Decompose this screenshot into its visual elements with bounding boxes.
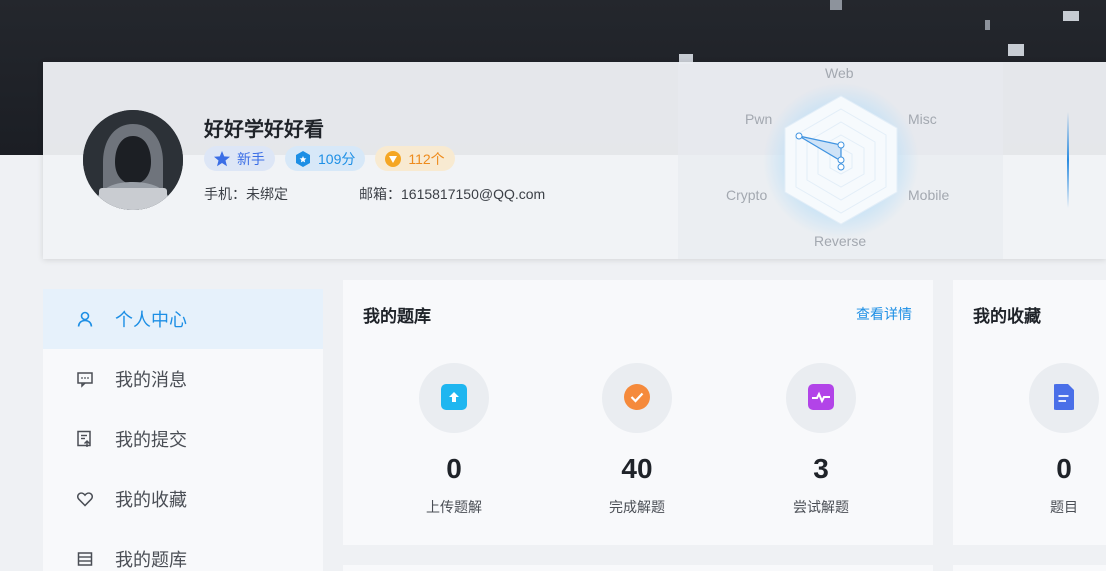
- stat-icon-circle: [419, 363, 489, 433]
- radar-chart: [763, 83, 919, 239]
- radar-label-web: Web: [825, 65, 854, 81]
- rank-label: 新手: [237, 150, 265, 167]
- message-icon: [77, 372, 93, 388]
- my-library-card: 我的题库 查看详情 0 上传题解 40 完成解题 3 尝试解题: [343, 280, 933, 545]
- avatar[interactable]: [83, 110, 183, 210]
- next-card-edge: [343, 565, 933, 571]
- sidebar: 个人中心 我的消息 我的提交 我的收藏 我的题库: [43, 289, 323, 571]
- score-badge: 109分: [285, 146, 366, 171]
- sidebar-item-label: 我的消息: [115, 370, 187, 390]
- stat-uploaded-solutions[interactable]: 0 上传题解: [394, 363, 514, 517]
- divider-line: [1067, 112, 1069, 208]
- user-icon: [77, 311, 93, 327]
- stat-icon-circle: [1029, 363, 1099, 433]
- username: 好好学好好看: [204, 119, 324, 141]
- star-icon: [214, 150, 230, 166]
- coin-label: 112个: [408, 150, 445, 167]
- skill-radar: Web Misc Mobile Reverse Crypto Pwn: [678, 62, 1003, 259]
- contact-info: 手机：未绑定 邮箱：1615817150@QQ.com: [204, 184, 545, 204]
- radar-point: [837, 156, 845, 164]
- radar-label-misc: Misc: [908, 111, 937, 127]
- score-label: 109分: [318, 150, 356, 167]
- radar-label-reverse: Reverse: [814, 233, 867, 249]
- upload-icon: [441, 384, 467, 410]
- check-icon: [624, 384, 650, 410]
- badge-row: 新手 109分 112个: [204, 146, 455, 171]
- email-text: 邮箱：1615817150@QQ.com: [359, 186, 546, 202]
- sidebar-item-label: 我的收藏: [115, 490, 187, 510]
- stat-label: 尝试解题: [793, 499, 849, 515]
- sidebar-item-submissions[interactable]: 我的提交: [43, 409, 323, 469]
- decor-square: [830, 0, 842, 10]
- radar-label-crypto: Crypto: [726, 187, 768, 203]
- stat-value: 0: [1056, 453, 1072, 484]
- sidebar-item-favorites[interactable]: 我的收藏: [43, 469, 323, 529]
- stat-value: 40: [621, 453, 653, 484]
- sidebar-item-label: 我的提交: [115, 430, 187, 450]
- decor-square: [1063, 11, 1079, 21]
- coin-badge: 112个: [375, 146, 455, 171]
- decor-square: [985, 20, 990, 30]
- radar-point: [795, 132, 803, 140]
- profile-card: 好好学好好看 新手 109分 112个 手机：未绑定 邮箱：1615817150…: [43, 62, 1106, 259]
- stat-label: 完成解题: [609, 499, 665, 515]
- library-icon: [77, 552, 93, 566]
- sidebar-item-label: 我的题库: [115, 550, 187, 570]
- stat-value: 3: [813, 453, 829, 484]
- sidebar-item-profile[interactable]: 个人中心: [43, 289, 323, 349]
- radar-point: [837, 163, 845, 171]
- hexagon-score-icon: [296, 150, 310, 167]
- stat-label: 题目: [1050, 499, 1078, 515]
- sidebar-item-label: 个人中心: [115, 310, 187, 330]
- stat-value: 0: [446, 453, 462, 484]
- stat-attempted[interactable]: 3 尝试解题: [761, 363, 881, 517]
- rank-badge: 新手: [204, 146, 275, 171]
- stat-label: 上传题解: [426, 499, 482, 515]
- radar-label-pwn: Pwn: [745, 111, 773, 127]
- card-title: 我的题库: [363, 307, 431, 326]
- view-details-link[interactable]: 查看详情: [856, 304, 912, 324]
- phone-text: 手机：未绑定: [204, 186, 288, 202]
- decor-square: [1008, 44, 1024, 56]
- sidebar-item-library[interactable]: 我的题库: [43, 529, 323, 571]
- next-card-edge: [953, 565, 1106, 571]
- hooded-user-icon: [83, 110, 183, 210]
- card-title: 我的收藏: [973, 307, 1041, 326]
- stat-icon-circle: [786, 363, 856, 433]
- document-icon: [1054, 384, 1074, 410]
- pulse-icon: [808, 384, 834, 410]
- stat-icon-circle: [602, 363, 672, 433]
- radar-point: [837, 141, 845, 149]
- my-favorites-card: 我的收藏 0 题目: [953, 280, 1106, 545]
- submit-icon: [77, 430, 91, 447]
- heart-icon: [77, 492, 93, 507]
- stat-favorite-problems[interactable]: 0 题目: [1004, 363, 1106, 517]
- sidebar-item-messages[interactable]: 我的消息: [43, 349, 323, 409]
- coin-icon: [385, 150, 402, 167]
- stat-completed[interactable]: 40 完成解题: [577, 363, 697, 517]
- radar-label-mobile: Mobile: [908, 187, 950, 203]
